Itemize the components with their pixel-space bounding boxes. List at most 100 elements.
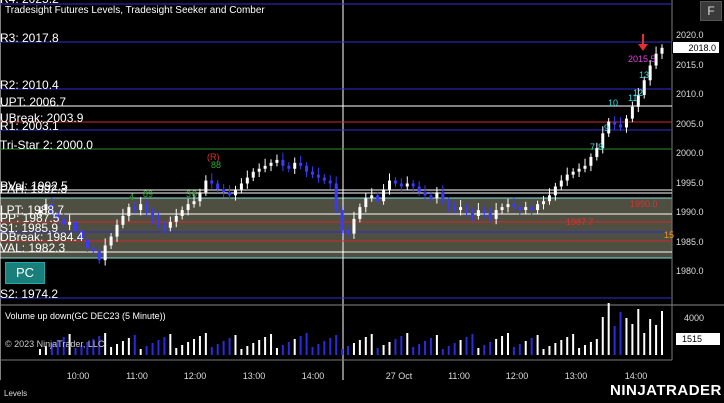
annotation-label: 7: [590, 142, 595, 152]
volume-bar: [554, 343, 557, 355]
volume-bar: [412, 347, 415, 355]
time-tick-label: 27 Oct: [385, 371, 413, 381]
ninjatrader-logo: NINJATRADER: [610, 382, 722, 399]
candle-body: [186, 204, 190, 211]
candle-body: [145, 204, 149, 213]
volume-bar: [406, 333, 409, 355]
candle-body: [405, 183, 409, 187]
volume-bar: [388, 342, 391, 355]
annotation-label: 10: [608, 98, 618, 108]
volume-bar: [489, 342, 492, 355]
candle-body: [500, 207, 504, 211]
candle-body: [233, 189, 237, 196]
volume-bar: [139, 349, 142, 355]
candle-body: [524, 207, 528, 211]
level-label: PAH: 1992.3: [0, 182, 68, 196]
candle-body: [198, 192, 202, 202]
candle-body: [257, 168, 261, 172]
current-volume-badge: 1515: [676, 333, 720, 345]
volume-bar: [429, 338, 432, 355]
current-price-badge: 2018.0: [672, 41, 720, 54]
volume-bar: [530, 338, 533, 355]
price-tick-label: 2020.0: [676, 30, 704, 40]
time-tick-label: 14:00: [624, 371, 648, 381]
volume-bar: [193, 339, 196, 355]
price-tick-label: 2010.0: [676, 89, 704, 99]
volume-bar: [121, 341, 124, 355]
volume-bar: [370, 334, 373, 355]
candle-body: [423, 192, 427, 196]
tab-levels[interactable]: Levels: [4, 389, 27, 398]
volume-bar: [465, 337, 468, 355]
candle-body: [168, 221, 172, 228]
volume-bar: [329, 338, 332, 355]
candle-body: [482, 210, 486, 213]
candle-body: [192, 201, 196, 205]
annotation-label: 2015.5: [628, 54, 656, 64]
pc-button[interactable]: PC: [5, 262, 45, 284]
annotation-label: 8: [192, 189, 197, 199]
candle-body: [382, 189, 386, 202]
candle-body: [488, 213, 492, 219]
volume-bar: [619, 312, 622, 355]
volume-bar: [376, 348, 379, 355]
volume-bar: [335, 335, 338, 355]
candle-body: [162, 224, 166, 228]
level-label: S2: 1974.2: [0, 287, 59, 301]
candle-body: [613, 121, 617, 125]
volume-bar: [441, 349, 444, 355]
annotation-label: 3: [186, 189, 191, 199]
level-label-top: R4: 2025.2: [0, 0, 59, 6]
candle-body: [293, 162, 297, 169]
volume-bar: [613, 326, 616, 355]
volume-bar: [418, 344, 421, 355]
time-tick-label: 10:00: [66, 371, 90, 381]
candle-body: [624, 118, 628, 128]
candle-body: [630, 106, 634, 119]
candle-body: [565, 174, 569, 181]
candle-body: [417, 186, 421, 193]
candle-body: [139, 204, 143, 211]
candle-body: [660, 47, 664, 54]
volume-bar: [210, 347, 213, 355]
volume-bar: [198, 336, 201, 355]
volume-bar: [104, 333, 107, 355]
volume-bar: [264, 337, 267, 355]
time-tick-label: 13:00: [564, 371, 588, 381]
candle-body: [228, 192, 232, 196]
volume-bar: [127, 338, 130, 355]
candle-body: [299, 162, 303, 166]
volume-bar: [246, 346, 249, 355]
annotation-label: 88: [211, 160, 221, 170]
volume-bar: [116, 344, 119, 355]
volume-bar: [643, 333, 646, 355]
time-tick-label: 13:00: [242, 371, 266, 381]
volume-bar: [157, 340, 160, 355]
volume-bar: [560, 340, 563, 355]
candle-body: [358, 207, 362, 219]
volume-bar: [181, 345, 184, 355]
volume-bar: [649, 319, 652, 355]
volume-bar: [175, 348, 178, 355]
candle-body: [559, 180, 563, 187]
chart-canvas[interactable]: (R)1990.01987.7152015.51312111098788894 8…: [0, 0, 724, 403]
volume-bar: [364, 337, 367, 355]
candle-body: [494, 210, 498, 219]
volume-bar: [637, 309, 640, 355]
volume-bar: [145, 346, 148, 355]
volume-bar: [323, 341, 326, 355]
candle-body: [583, 165, 587, 169]
annotation-label: 8: [598, 142, 603, 152]
candle-body: [459, 207, 463, 211]
candle-body: [388, 180, 392, 190]
candle-body: [115, 224, 119, 237]
volume-bar: [305, 333, 308, 355]
candle-body: [328, 180, 332, 184]
time-tick-label: 11:00: [126, 371, 148, 381]
volume-bar: [655, 325, 658, 355]
volume-bar: [518, 344, 521, 355]
f-button[interactable]: F: [700, 1, 722, 21]
volume-bar: [281, 345, 284, 355]
volume-bar: [222, 341, 225, 355]
candle-body: [370, 195, 374, 199]
